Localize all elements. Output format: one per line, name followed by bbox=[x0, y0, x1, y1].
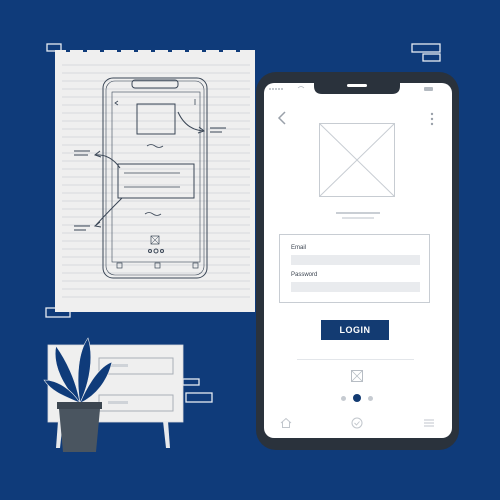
email-field[interactable] bbox=[291, 255, 420, 265]
image-placeholder-icon bbox=[319, 123, 395, 197]
decor-rect bbox=[411, 43, 441, 53]
divider bbox=[297, 359, 414, 360]
login-button[interactable]: LOGIN bbox=[321, 320, 389, 340]
password-label: Password bbox=[291, 272, 318, 278]
login-form-card: Email Password bbox=[279, 234, 430, 303]
pagination-dot-1[interactable] bbox=[341, 396, 346, 401]
pagination-dot-3[interactable] bbox=[368, 396, 373, 401]
password-field[interactable] bbox=[291, 282, 420, 292]
search-icon[interactable] bbox=[351, 417, 363, 429]
home-icon[interactable] bbox=[280, 417, 292, 429]
caption-placeholder bbox=[336, 212, 380, 219]
decor-rect bbox=[182, 378, 200, 386]
pagination-dots bbox=[339, 394, 375, 404]
notebook-paper bbox=[55, 42, 255, 312]
menu-icon[interactable] bbox=[423, 417, 435, 429]
decor-rect bbox=[46, 43, 62, 52]
decor-rect bbox=[422, 53, 441, 62]
more-vertical-icon[interactable] bbox=[429, 112, 435, 126]
image-placeholder-small-icon bbox=[351, 370, 363, 382]
back-icon[interactable] bbox=[276, 110, 290, 126]
decor-rect bbox=[185, 392, 213, 403]
email-label: Email bbox=[291, 245, 307, 251]
pagination-dot-2[interactable] bbox=[353, 394, 361, 402]
login-screen: Email Password LOGIN bbox=[264, 83, 452, 438]
